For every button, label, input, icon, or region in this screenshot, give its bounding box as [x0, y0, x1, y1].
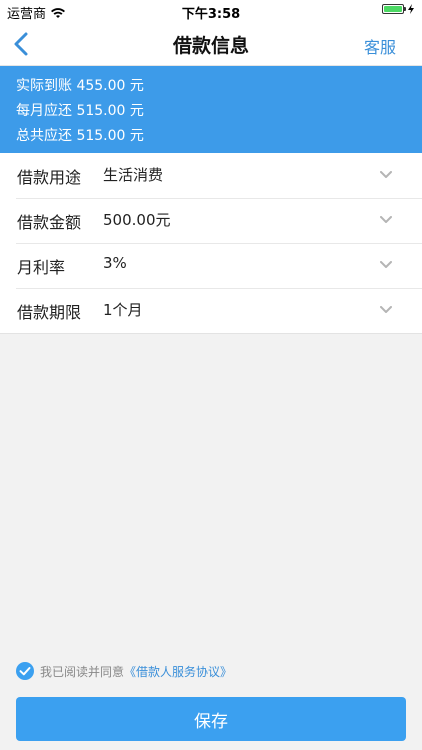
nav-bar: 借款信息 客服	[0, 22, 422, 66]
loan-summary-banner: 实际到账 455.00 元 每月应还 515.00 元 总共应还 515.00 …	[0, 66, 422, 153]
summary-total-repayment: 总共应还 515.00 元	[16, 128, 144, 144]
form-row-term[interactable]: 借款期限 1个月	[0, 288, 422, 333]
row-value: 3%	[103, 254, 127, 272]
charging-icon	[408, 4, 414, 14]
agreement-link[interactable]: 《借款人服务协议》	[124, 665, 232, 679]
customer-service-button[interactable]: 客服	[364, 34, 396, 58]
summary-monthly-repayment: 每月应还 515.00 元	[16, 103, 144, 119]
summary-actual-received: 实际到账 455.00 元	[16, 78, 144, 94]
row-label: 借款期限	[17, 303, 82, 322]
status-right	[382, 4, 414, 14]
loan-form: 借款用途 生活消费 借款金额 500.00元 月利率 3% 借款期限 1个月	[0, 153, 422, 334]
checkbox-checked-icon[interactable]	[16, 662, 34, 680]
status-bar: 运营商 下午3:58	[0, 0, 422, 22]
status-time: 下午3:58	[181, 7, 241, 22]
row-value: 生活消费	[103, 166, 164, 184]
row-value: 500.00元	[103, 211, 171, 229]
chevron-down-icon	[380, 261, 392, 268]
row-value: 1个月	[103, 301, 143, 319]
save-button[interactable]: 保存	[16, 697, 406, 741]
chevron-down-icon	[380, 216, 392, 223]
battery-icon	[382, 4, 406, 14]
row-label: 借款用途	[17, 168, 82, 187]
agreement-text: 我已阅读并同意	[40, 664, 125, 679]
row-label: 借款金额	[17, 213, 82, 232]
chevron-down-icon	[380, 306, 392, 313]
form-row-purpose[interactable]: 借款用途 生活消费	[0, 153, 422, 198]
chevron-down-icon	[380, 171, 392, 178]
row-label: 月利率	[17, 258, 66, 277]
agreement-row: 我已阅读并同意《借款人服务协议》	[16, 662, 232, 680]
page-title: 借款信息	[172, 35, 249, 57]
form-row-monthly-rate[interactable]: 月利率 3%	[0, 243, 422, 288]
form-row-amount[interactable]: 借款金额 500.00元	[0, 198, 422, 243]
